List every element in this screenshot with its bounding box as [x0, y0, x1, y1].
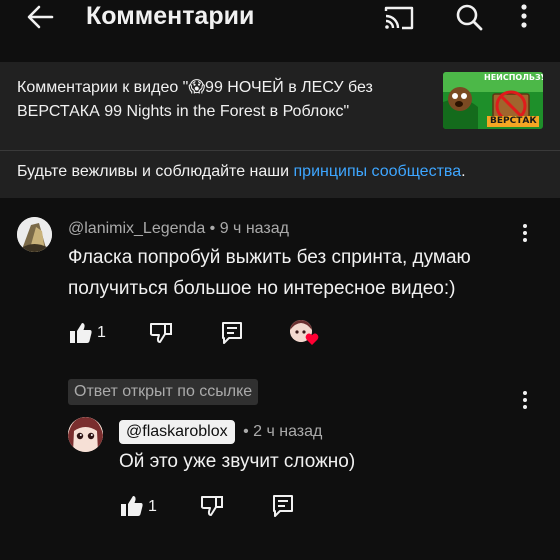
video-info-panel: Комментарии к видео "😱99 НОЧЕЙ в ЛЕСУ бе… [0, 62, 560, 198]
reply-like-icon[interactable] [119, 493, 145, 519]
heart-icon [305, 332, 319, 346]
video-title-prefix: Комментарии к видео " [17, 79, 189, 96]
rules-text: Будьте вежливы и соблюдайте наши [17, 163, 294, 180]
video-title-text[interactable]: Комментарии к видео "😱99 НОЧЕЙ в ЛЕСУ бе… [17, 76, 427, 124]
reply-like-count: 1 [148, 498, 157, 515]
thumbnail-top-text: НЕИСПОЛЬЗУЯ [484, 73, 543, 82]
like-icon[interactable] [68, 320, 94, 346]
comment-meta: @lanimix_Legenda • 9 ч назад [68, 219, 289, 239]
reply-dislike-icon[interactable] [199, 493, 225, 519]
more-vert-icon[interactable] [512, 2, 536, 32]
reply-text: Ой это уже звучит сложно) [119, 451, 356, 472]
reply-time: • 2 ч назад [238, 423, 323, 440]
page-title: Комментарии [86, 2, 255, 30]
app-header: Комментарии [0, 0, 560, 38]
reply-reply-icon[interactable] [270, 493, 296, 519]
comment-author[interactable]: @lanimix_Legenda [68, 220, 205, 237]
community-guidelines-link[interactable]: принципы сообщества [294, 163, 462, 180]
like-count: 1 [97, 324, 106, 341]
comment-time: • 9 ч назад [205, 220, 289, 237]
search-icon[interactable] [452, 2, 486, 32]
commenter-avatar[interactable] [17, 217, 52, 252]
thumbnail-bottom-text: ВЕРСТАК [490, 116, 537, 126]
reply-author-avatar[interactable] [68, 417, 103, 452]
banner-divider [0, 150, 560, 151]
highlighted-reply-label: Ответ открыт по ссылке [68, 379, 259, 405]
dislike-icon[interactable] [148, 320, 174, 346]
reply-icon[interactable] [219, 320, 245, 346]
video-thumbnail[interactable]: НЕИСПОЛЬЗУЯ ВЕРСТАК [443, 72, 543, 129]
scream-emoji: 😱 [188, 79, 206, 96]
rules-end: . [461, 163, 466, 180]
cast-icon[interactable] [382, 2, 416, 32]
community-rules-notice: Будьте вежливы и соблюдайте наши принцип… [17, 160, 466, 184]
comment-text: Фласка попробуй выжить без спринта, дума… [68, 247, 471, 299]
reply-author-mention[interactable]: @flaskaroblox [119, 420, 235, 444]
reply-more-icon[interactable] [515, 389, 535, 415]
back-arrow-icon[interactable] [22, 2, 58, 32]
reply-meta: @flaskaroblox • 2 ч назад [119, 420, 322, 444]
